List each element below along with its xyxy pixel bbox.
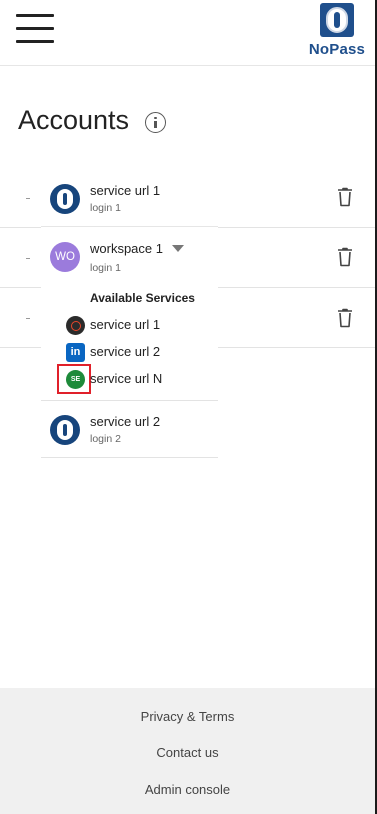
admin-console-link[interactable]: Admin console xyxy=(0,782,375,797)
dropdown-account-item[interactable]: service url 2 login 2 xyxy=(41,403,218,458)
service-item[interactable]: SE service url N xyxy=(41,364,218,394)
trash-icon[interactable] xyxy=(337,308,353,328)
account-title: service url 1 xyxy=(90,183,161,198)
trash-icon[interactable] xyxy=(337,247,353,267)
account-login: login 1 xyxy=(90,202,121,214)
nopass-logo-icon xyxy=(50,415,80,445)
service-item[interactable]: service url 1 xyxy=(41,314,218,336)
footer: Privacy & Terms Contact us Admin console xyxy=(0,688,375,814)
divider xyxy=(41,457,218,458)
trash-icon[interactable] xyxy=(337,187,353,207)
privacy-terms-link[interactable]: Privacy & Terms xyxy=(0,709,375,724)
brand-name: NoPass xyxy=(308,41,366,58)
account-dropdown: service url 1 login 1 WO workspace 1 log… xyxy=(41,172,218,458)
workspace-avatar: WO xyxy=(50,242,80,272)
divider xyxy=(41,400,218,401)
workspace-title[interactable]: workspace 1 xyxy=(90,241,163,256)
contact-us-link[interactable]: Contact us xyxy=(0,745,375,760)
chevron-down-icon[interactable] xyxy=(172,245,184,252)
service-label: service url N xyxy=(90,371,163,386)
available-services-heading: Available Services xyxy=(90,291,195,305)
workspace-login: login 1 xyxy=(90,262,121,274)
linkedin-icon: in xyxy=(66,343,85,362)
service-label: service url 1 xyxy=(90,317,161,332)
dropdown-account-item[interactable]: service url 1 login 1 xyxy=(41,172,218,227)
service-item[interactable]: in service url 2 xyxy=(41,341,218,363)
account-title: service url 2 xyxy=(90,414,161,429)
menu-icon[interactable] xyxy=(16,14,54,44)
keyhole-icon xyxy=(320,3,354,37)
highlight-box xyxy=(57,364,91,394)
account-login: login 2 xyxy=(90,433,121,445)
info-icon[interactable] xyxy=(145,112,166,133)
nopass-logo-icon xyxy=(50,184,80,214)
top-bar: NoPass xyxy=(0,0,375,66)
dark-service-icon xyxy=(66,316,85,335)
page-title: Accounts xyxy=(18,105,130,135)
service-label: service url 2 xyxy=(90,344,161,359)
brand-logo[interactable]: NoPass xyxy=(306,3,368,58)
